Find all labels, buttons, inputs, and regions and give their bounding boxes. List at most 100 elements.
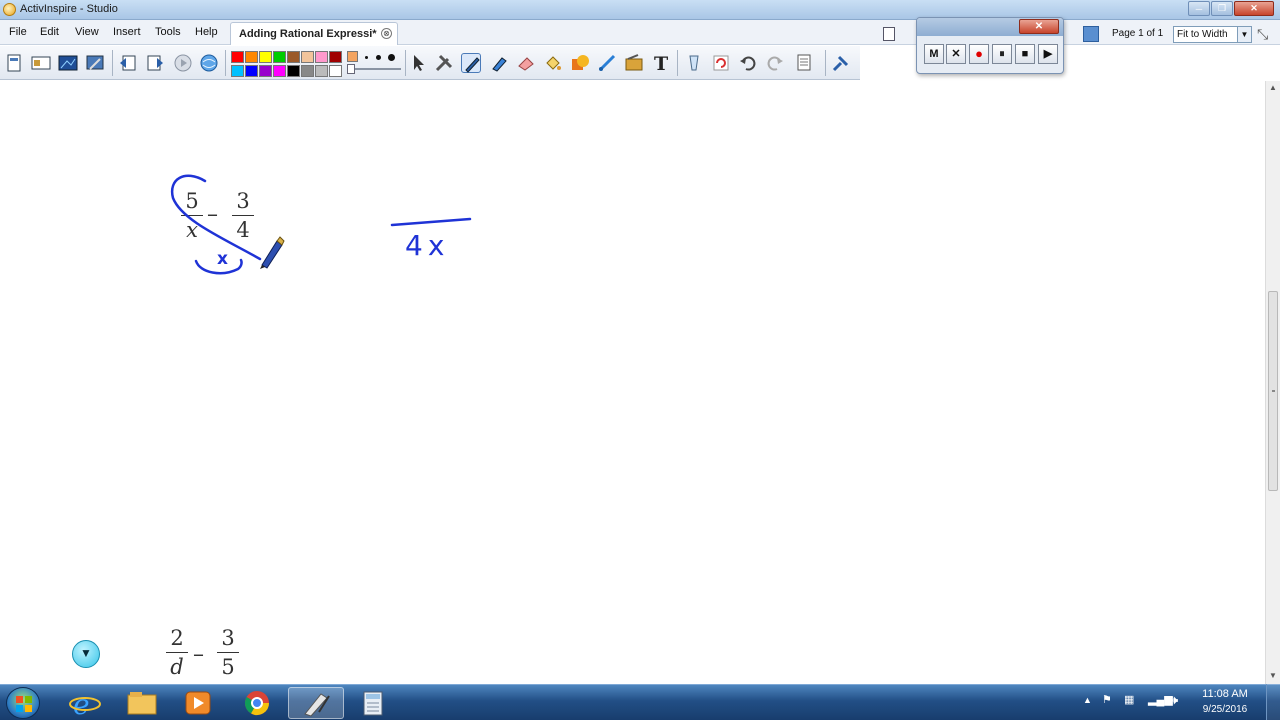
- network-icon[interactable]: ▂▄▆: [1148, 693, 1173, 706]
- main-toolbar: T: [0, 46, 860, 80]
- color-swatch-orange[interactable]: [245, 51, 258, 63]
- recorder-panel: ✕ M ✕ ● ⏸ ■ ▶: [916, 17, 1064, 74]
- recorder-play-button[interactable]: ▶: [1038, 44, 1058, 64]
- pen-width-slider[interactable]: [347, 64, 401, 74]
- page-view-icon[interactable]: [883, 27, 895, 41]
- recorder-title-bar[interactable]: ✕: [917, 18, 1063, 36]
- undo-icon[interactable]: [738, 53, 758, 73]
- color-swatch-pink[interactable]: [315, 51, 328, 63]
- color-swatch-blue[interactable]: [245, 65, 258, 77]
- redo-icon[interactable]: [765, 53, 785, 73]
- pen-cursor-icon: [260, 236, 285, 269]
- document-tab-close-icon[interactable]: ⊗: [381, 28, 392, 39]
- chevron-down-icon[interactable]: ▼: [1237, 27, 1251, 42]
- restore-button[interactable]: ❐: [1211, 1, 1233, 16]
- window-title: ActivInspire - Studio: [20, 3, 118, 15]
- zoom-value: Fit to Width: [1177, 29, 1228, 40]
- pen-icon[interactable]: [461, 53, 481, 73]
- menu-tools[interactable]: Tools: [155, 26, 181, 38]
- color-swatch-black[interactable]: [287, 65, 300, 77]
- color-swatch-brown[interactable]: [287, 51, 300, 63]
- color-swatch-cyan[interactable]: [231, 65, 244, 77]
- color-swatch-tan[interactable]: [301, 51, 314, 63]
- volume-icon[interactable]: 🕪: [1170, 692, 1178, 708]
- next-page-icon[interactable]: [145, 53, 165, 73]
- show-desktop-button[interactable]: [1266, 684, 1280, 720]
- media-player-icon[interactable]: [170, 687, 226, 719]
- page-browser-icon[interactable]: [31, 53, 51, 73]
- color-swatch-gray[interactable]: [301, 65, 314, 77]
- recorder-mute-button[interactable]: M: [924, 44, 944, 64]
- recorder-pause-button[interactable]: ⏸: [992, 44, 1012, 64]
- settings-icon[interactable]: [85, 53, 105, 73]
- calculator-icon[interactable]: [345, 687, 401, 719]
- recorder-record-button[interactable]: ●: [969, 44, 989, 64]
- color-swatch-magenta[interactable]: [273, 65, 286, 77]
- file-explorer-icon[interactable]: [114, 687, 170, 719]
- ink-denominator-4x: 4x: [405, 229, 450, 262]
- internet-explorer-icon[interactable]: e: [57, 687, 113, 720]
- chevron-down-icon: ▼: [80, 646, 92, 660]
- menu-edit[interactable]: Edit: [40, 26, 59, 38]
- page-indicator: Page 1 of 1: [1112, 28, 1164, 39]
- menu-view[interactable]: View: [75, 26, 99, 38]
- color-swatch-white[interactable]: [329, 65, 342, 77]
- start-button[interactable]: [6, 687, 40, 719]
- color-swatch-green[interactable]: [273, 51, 286, 63]
- flipchart-canvas[interactable]: 5 x – 3 4 2 d – 3 5 x 4x ▼: [0, 81, 1265, 684]
- device-icon[interactable]: ▦: [1124, 693, 1134, 706]
- document-tab[interactable]: Adding Rational Expressi* ⊗: [230, 22, 398, 45]
- reset-icon[interactable]: [711, 53, 731, 73]
- text-icon[interactable]: T: [651, 53, 671, 75]
- color-swatch-light-gray[interactable]: [315, 65, 328, 77]
- close-button[interactable]: ✕: [1234, 1, 1274, 16]
- zoom-select[interactable]: Fit to Width ▼: [1173, 26, 1252, 43]
- shape-icon[interactable]: [570, 53, 590, 73]
- select-icon[interactable]: [408, 53, 428, 73]
- activinspire-icon[interactable]: [288, 687, 344, 719]
- clear-icon[interactable]: [684, 53, 704, 73]
- scroll-up-icon[interactable]: ▲: [1269, 83, 1277, 92]
- collapse-toolbox-button[interactable]: ▼: [72, 640, 100, 668]
- minimize-button[interactable]: ─: [1188, 1, 1210, 16]
- display-icon[interactable]: [58, 53, 78, 73]
- recorder-stop-button[interactable]: ■: [1015, 44, 1035, 64]
- activinspire-logo-icon: [3, 3, 16, 16]
- clock-time[interactable]: 11:08 AM: [1196, 688, 1254, 700]
- tools-icon[interactable]: [434, 53, 454, 73]
- clipboard-icon[interactable]: [624, 53, 644, 73]
- pin-icon[interactable]: [831, 53, 851, 73]
- tray-expand-icon[interactable]: ▲: [1083, 695, 1092, 705]
- fullscreen-icon[interactable]: ⤡: [1257, 26, 1268, 43]
- recorder-close-button[interactable]: ✕: [1019, 19, 1059, 34]
- menu-help[interactable]: Help: [195, 26, 218, 38]
- chrome-icon[interactable]: [229, 687, 285, 719]
- eraser-icon[interactable]: [516, 53, 536, 73]
- pen-color-preview[interactable]: [347, 51, 358, 62]
- connector-icon[interactable]: [597, 53, 617, 73]
- scroll-down-icon[interactable]: ▼: [1269, 671, 1277, 680]
- page-thumbnail-icon[interactable]: [1083, 26, 1099, 42]
- highlighter-icon[interactable]: [489, 53, 509, 73]
- color-swatch-purple[interactable]: [259, 65, 272, 77]
- scrollbar-thumb[interactable]: [1268, 291, 1278, 491]
- fill-icon[interactable]: [543, 53, 563, 73]
- color-swatch-yellow[interactable]: [259, 51, 272, 63]
- new-page-icon[interactable]: [4, 53, 24, 73]
- vertical-scrollbar[interactable]: ▲ ▼: [1265, 81, 1280, 684]
- internet-icon[interactable]: [199, 53, 219, 73]
- taskbar: e ▲ ⚑ ▦ ▂▄▆ 🕪: [0, 684, 1280, 720]
- recorder-cancel-button[interactable]: ✕: [946, 44, 966, 64]
- color-swatch-dark-red[interactable]: [329, 51, 342, 63]
- previous-page-icon[interactable]: [118, 53, 138, 73]
- title-bar: ActivInspire - Studio ─ ❐ ✕: [0, 0, 1280, 20]
- menu-file[interactable]: File: [9, 26, 27, 38]
- page-list-icon[interactable]: [794, 53, 814, 73]
- clock-date[interactable]: 9/25/2016: [1196, 704, 1254, 715]
- document-tab-label: Adding Rational Expressi*: [239, 28, 377, 40]
- menu-insert[interactable]: Insert: [113, 26, 141, 38]
- action-center-icon[interactable]: ⚑: [1102, 693, 1112, 706]
- color-swatch-red[interactable]: [231, 51, 244, 63]
- play-icon[interactable]: [173, 53, 193, 73]
- svg-text:T: T: [654, 53, 668, 73]
